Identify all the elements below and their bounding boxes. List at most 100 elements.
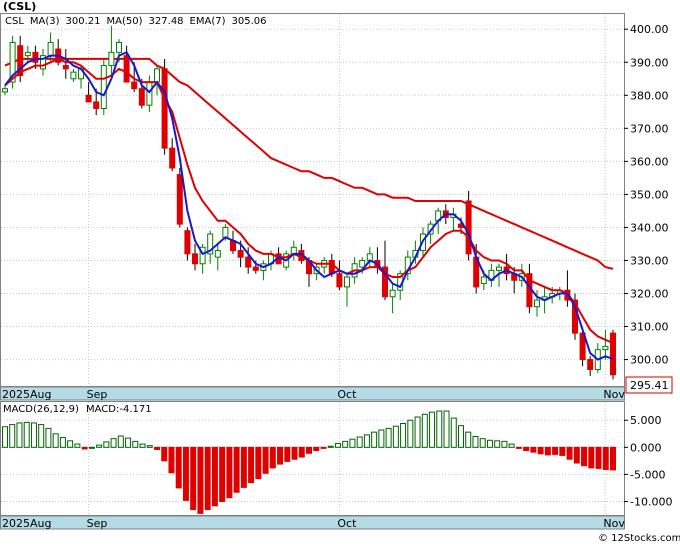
macd-bar bbox=[595, 446, 602, 469]
price-panel bbox=[0, 13, 625, 387]
candle-body bbox=[154, 68, 160, 83]
legend-item: 300.21 bbox=[66, 16, 101, 27]
macd-bar bbox=[226, 446, 233, 499]
macd-bar bbox=[277, 446, 284, 465]
macd-bar bbox=[544, 446, 551, 456]
macd-bar bbox=[465, 431, 472, 448]
macd-legend-value: MACD:-4.171 bbox=[86, 404, 152, 415]
macd-bar bbox=[52, 433, 59, 448]
candle-body bbox=[47, 41, 54, 57]
macd-bar bbox=[168, 446, 175, 474]
candle-body bbox=[176, 174, 183, 225]
macd-bar bbox=[9, 424, 16, 448]
macd-bar bbox=[2, 426, 8, 448]
candle-body bbox=[336, 273, 343, 288]
price-tick-label: 330.00 bbox=[630, 254, 669, 267]
macd-bar bbox=[610, 446, 616, 471]
candle-body bbox=[328, 259, 335, 275]
macd-bar bbox=[320, 446, 327, 449]
legend-item: 305.06 bbox=[232, 16, 267, 27]
macd-bar bbox=[537, 446, 544, 455]
macd-bar bbox=[38, 424, 45, 448]
macd-bar bbox=[363, 434, 370, 448]
candle-body bbox=[85, 94, 92, 103]
price-tick-label: 310.00 bbox=[630, 321, 669, 334]
price-tick-label: 370.00 bbox=[630, 122, 669, 135]
candle bbox=[610, 329, 616, 380]
macd-bar bbox=[45, 427, 52, 448]
macd-bar bbox=[59, 437, 66, 448]
macd-bar bbox=[190, 446, 197, 511]
price-tick-label: 350.00 bbox=[630, 188, 669, 201]
candle-body bbox=[610, 332, 616, 376]
macd-bar bbox=[450, 417, 457, 448]
macd-bar bbox=[486, 439, 493, 448]
macd-bar bbox=[110, 438, 117, 448]
candle-body bbox=[62, 65, 69, 70]
candle-body bbox=[123, 55, 130, 83]
macd-bar bbox=[392, 425, 399, 448]
macd-bar bbox=[530, 446, 537, 453]
candle-body bbox=[237, 250, 244, 258]
macd-bar bbox=[472, 435, 479, 448]
macd-tick-label: 5.000 bbox=[630, 414, 662, 427]
macd-bar bbox=[16, 422, 23, 448]
candle-body bbox=[184, 230, 191, 255]
macd-bar bbox=[255, 446, 262, 480]
macd-bar bbox=[501, 440, 508, 448]
macd-bar bbox=[552, 446, 559, 455]
macd-legend-name: MACD(26,12,9) bbox=[3, 404, 79, 415]
month-label: Nov bbox=[603, 388, 625, 401]
macd-bar bbox=[566, 446, 573, 460]
macd-bar bbox=[30, 422, 37, 448]
watermark: © 12Stocks.com bbox=[598, 533, 680, 544]
macd-bar bbox=[197, 446, 204, 514]
macd-bar bbox=[378, 429, 385, 448]
candle-body bbox=[169, 147, 176, 169]
macd-bar bbox=[182, 446, 189, 501]
candle-body bbox=[93, 101, 100, 110]
candle-body bbox=[108, 51, 115, 67]
macd-bar bbox=[298, 446, 305, 458]
candle-body bbox=[480, 276, 487, 285]
macd-bar bbox=[211, 446, 218, 507]
candle-body bbox=[131, 81, 138, 90]
macd-bar bbox=[291, 446, 298, 460]
month-label: Oct bbox=[337, 517, 357, 530]
candle bbox=[465, 191, 472, 261]
candle-body bbox=[116, 41, 122, 53]
candle-body bbox=[214, 250, 221, 258]
macd-bar bbox=[103, 441, 110, 448]
macd-bar bbox=[306, 446, 312, 454]
macd-bar bbox=[125, 437, 132, 448]
macd-bar bbox=[132, 440, 139, 448]
macd-bar bbox=[284, 446, 291, 462]
price-tick-label: 340.00 bbox=[630, 221, 669, 234]
candle-body bbox=[161, 68, 168, 149]
macd-bar bbox=[523, 446, 530, 452]
month-label: Sep bbox=[87, 388, 108, 401]
macd-tick-label: 0.000 bbox=[630, 441, 662, 454]
macd-bar bbox=[154, 446, 160, 450]
price-tick-label: 320.00 bbox=[630, 288, 669, 301]
month-label: 2025Aug bbox=[2, 388, 51, 401]
macd-bar bbox=[175, 446, 182, 489]
macd-bar bbox=[414, 416, 421, 448]
candle-body bbox=[70, 71, 77, 80]
macd-panel bbox=[0, 401, 625, 516]
macd-bar bbox=[233, 446, 240, 493]
macd-bar bbox=[74, 443, 81, 448]
last-price-tag: 295.41 bbox=[630, 379, 669, 392]
macd-bar bbox=[67, 440, 74, 448]
month-label: Nov bbox=[603, 517, 625, 530]
macd-bar bbox=[248, 446, 255, 484]
macd-bar bbox=[421, 413, 428, 448]
candle-body bbox=[192, 253, 198, 265]
macd-bar bbox=[494, 440, 501, 448]
candle-body bbox=[100, 65, 107, 110]
month-label: Oct bbox=[337, 388, 357, 401]
candle-body bbox=[146, 81, 153, 106]
candle-body bbox=[359, 259, 366, 268]
candle-body bbox=[138, 88, 145, 106]
legend-item: EMA(7) bbox=[190, 16, 226, 27]
